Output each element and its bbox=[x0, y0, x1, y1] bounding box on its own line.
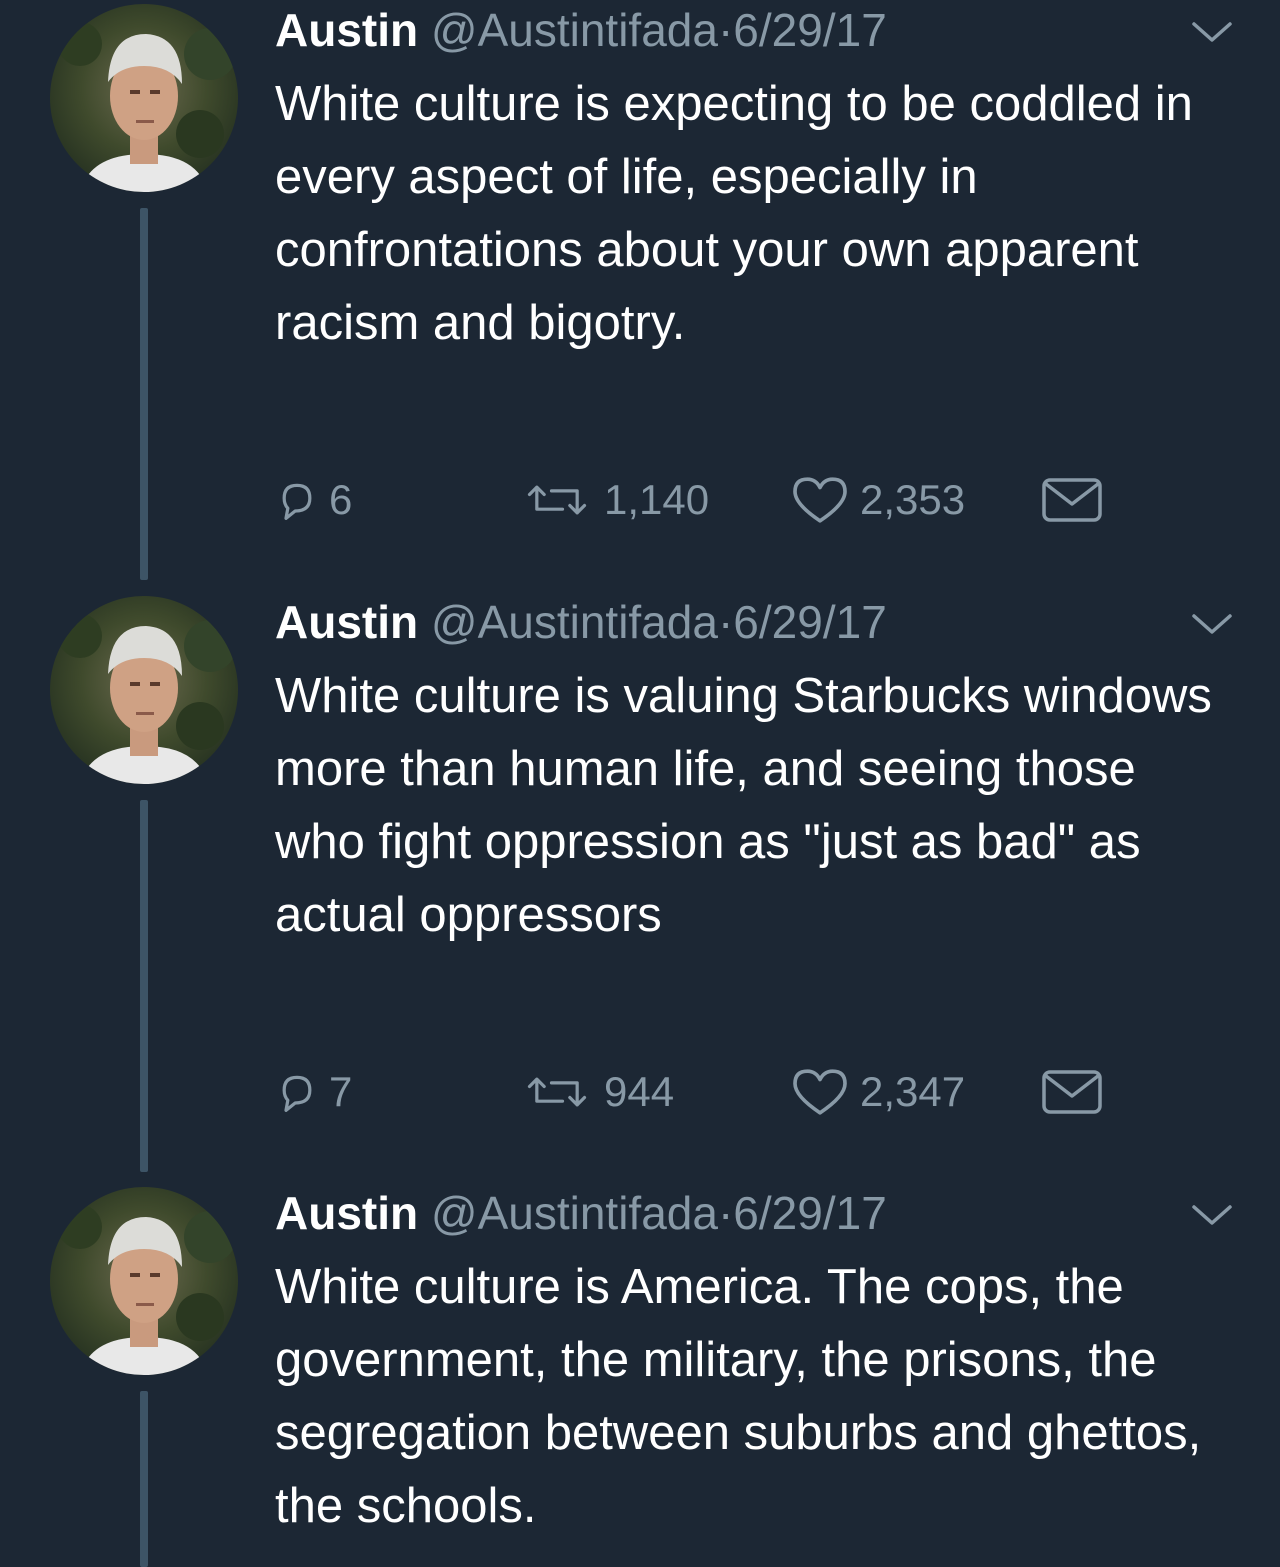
chevron-down-icon[interactable] bbox=[1188, 14, 1236, 50]
like-count: 2,353 bbox=[860, 476, 966, 523]
user-handle[interactable]: @Austintifada bbox=[431, 1187, 718, 1239]
tweet-date[interactable]: 6/29/17 bbox=[733, 1187, 886, 1239]
tweet-header: Austin @Austintifada·6/29/17 bbox=[275, 594, 887, 650]
envelope-icon bbox=[1042, 1070, 1102, 1114]
avatar-photo bbox=[58, 1205, 236, 1375]
retweet-icon bbox=[527, 1077, 587, 1107]
header-separator: · bbox=[717, 596, 734, 648]
thread-connector-line bbox=[140, 208, 148, 580]
heart-icon bbox=[793, 477, 847, 523]
tweet-header: Austin @Austintifada·6/29/17 bbox=[275, 1185, 887, 1241]
retweet-icon bbox=[527, 485, 587, 515]
reply-button[interactable]: 6 bbox=[275, 470, 352, 530]
tweet-text: White culture is valuing Starbucks windo… bbox=[275, 669, 1212, 942]
display-name[interactable]: Austin bbox=[275, 1187, 418, 1239]
avatar-photo bbox=[58, 22, 236, 192]
header-separator: · bbox=[717, 1187, 734, 1239]
tweet-text: White culture is expecting to be coddled… bbox=[275, 77, 1193, 350]
avatar-photo bbox=[58, 614, 236, 784]
tweet[interactable]: Austin @Austintifada·6/29/17 White cultu… bbox=[0, 1183, 1280, 1567]
chevron-down-icon[interactable] bbox=[1188, 1197, 1236, 1233]
direct-message-button[interactable] bbox=[1040, 1062, 1104, 1122]
direct-message-button[interactable] bbox=[1040, 470, 1104, 530]
like-button[interactable]: 2,353 bbox=[790, 470, 965, 530]
reply-icon bbox=[282, 1075, 312, 1112]
tweet-thread: Austin @Austintifada·6/29/17 White cultu… bbox=[0, 0, 1280, 1567]
reply-count: 6 bbox=[329, 476, 353, 523]
display-name[interactable]: Austin bbox=[275, 4, 418, 56]
envelope-icon bbox=[1042, 478, 1102, 522]
header-separator: · bbox=[717, 4, 734, 56]
avatar[interactable] bbox=[50, 4, 238, 192]
retweet-button[interactable]: 1,140 bbox=[520, 470, 709, 530]
avatar[interactable] bbox=[50, 596, 238, 784]
tweet-date[interactable]: 6/29/17 bbox=[733, 596, 886, 648]
reply-button[interactable]: 7 bbox=[275, 1062, 352, 1122]
tweet-actions: 6 1,140 2,353 bbox=[275, 470, 1135, 530]
avatar[interactable] bbox=[50, 1187, 238, 1375]
heart-icon bbox=[793, 1069, 847, 1115]
reply-icon bbox=[282, 483, 312, 520]
thread-connector-line bbox=[140, 800, 148, 1172]
retweet-button[interactable]: 944 bbox=[520, 1062, 674, 1122]
thread-connector-line bbox=[140, 1391, 148, 1567]
user-handle[interactable]: @Austintifada bbox=[431, 4, 718, 56]
tweet[interactable]: Austin @Austintifada·6/29/17 White cultu… bbox=[0, 0, 1280, 592]
tweet-header: Austin @Austintifada·6/29/17 bbox=[275, 2, 887, 58]
retweet-count: 944 bbox=[604, 1068, 675, 1115]
tweet-actions: 7 944 2,347 bbox=[275, 1062, 1135, 1122]
chevron-down-icon[interactable] bbox=[1188, 606, 1236, 642]
like-button[interactable]: 2,347 bbox=[790, 1062, 965, 1122]
tweet-text: White culture is America. The cops, the … bbox=[275, 1260, 1202, 1533]
display-name[interactable]: Austin bbox=[275, 596, 418, 648]
like-count: 2,347 bbox=[860, 1068, 966, 1115]
reply-count: 7 bbox=[329, 1068, 353, 1115]
tweet[interactable]: Austin @Austintifada·6/29/17 White cultu… bbox=[0, 592, 1280, 1184]
tweet-date[interactable]: 6/29/17 bbox=[733, 4, 886, 56]
user-handle[interactable]: @Austintifada bbox=[431, 596, 718, 648]
retweet-count: 1,140 bbox=[604, 476, 710, 523]
